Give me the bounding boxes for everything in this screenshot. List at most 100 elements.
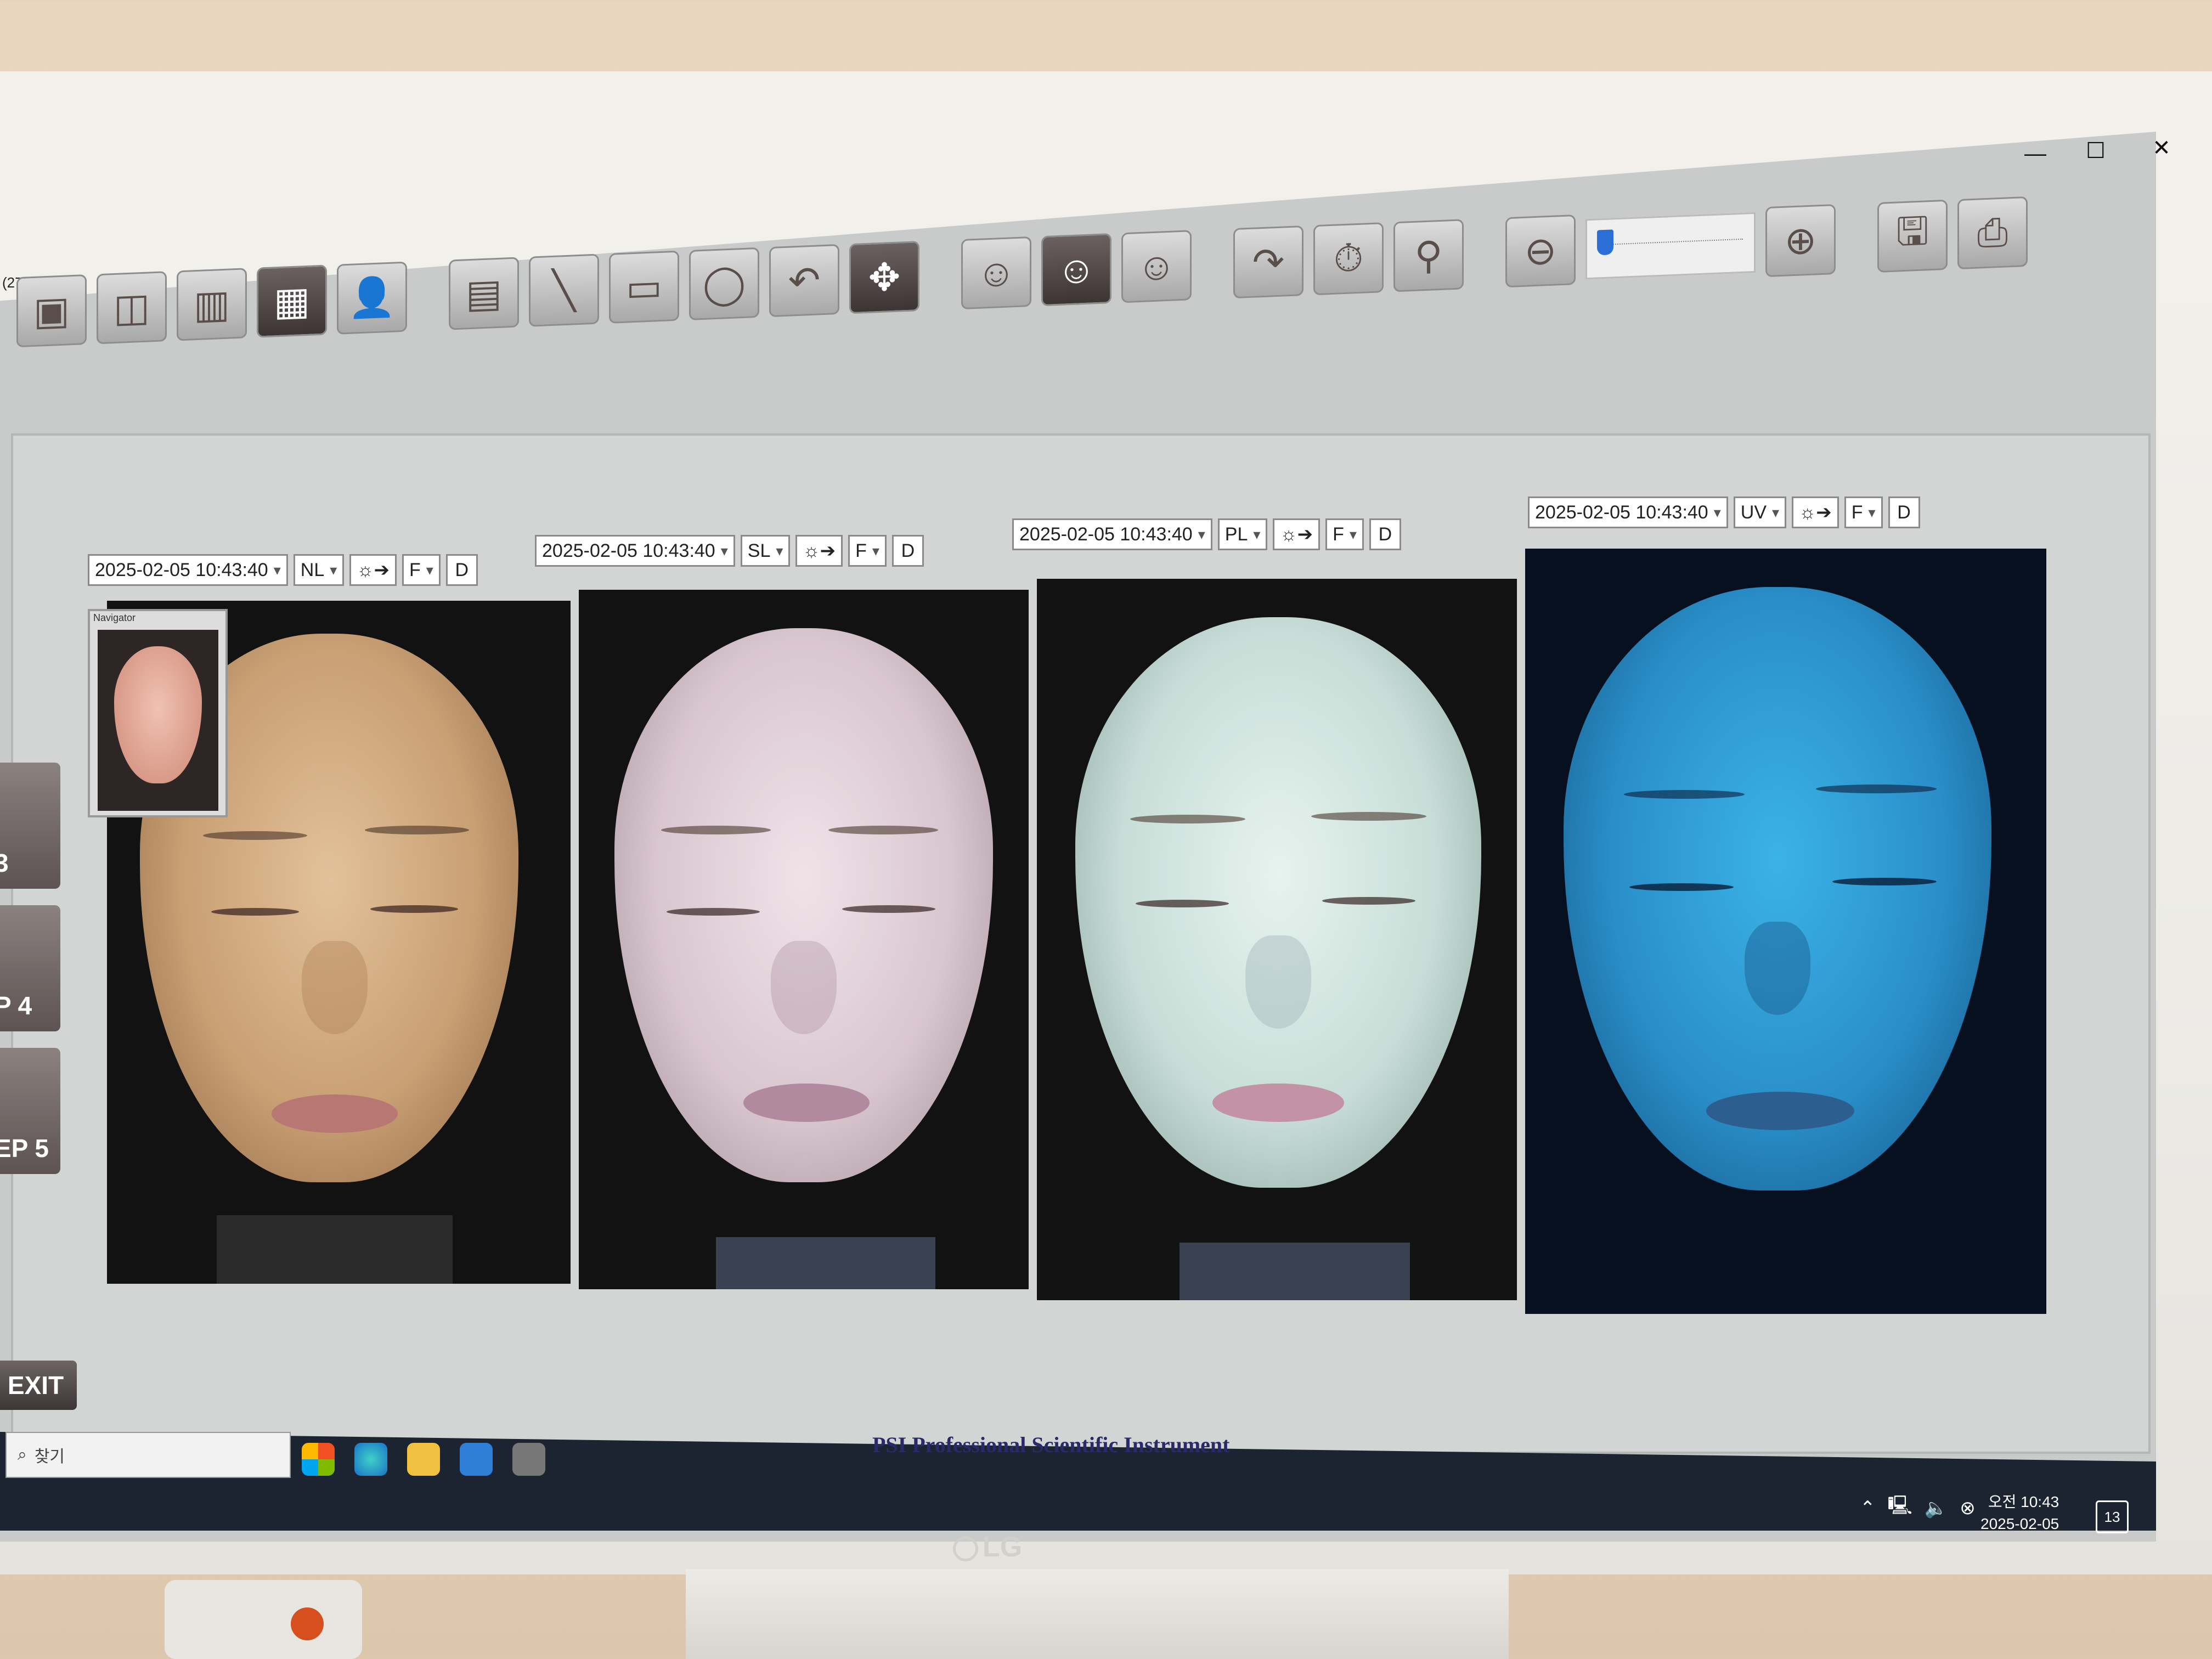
warning-icon[interactable]: ⊗ [1960,1497,1976,1519]
chevron-down-icon: ▾ [776,543,783,559]
filter-value: F [1851,502,1863,523]
network-icon[interactable]: 🖳 [1888,1492,1912,1523]
thumbnail-face [114,646,202,783]
edge-icon[interactable] [354,1443,387,1476]
panel-controls-1: 2025-02-05 10:43:40 ▾ NL ▾ ☼➔ F ▾ D [88,554,478,586]
filter-select[interactable]: F ▾ [1325,518,1364,550]
search-placeholder: 찾기 [34,1448,65,1466]
clock[interactable]: 오전 10:43 2025-02-05 [1980,1491,2059,1535]
lips [272,1094,398,1133]
move-icon[interactable]: ✥ [849,241,919,314]
chevron-up-icon[interactable]: ⌃ [1860,1497,1876,1519]
taskbar-apps [302,1443,545,1476]
step-5-button[interactable]: EP 5 [0,1048,60,1174]
notification-badge[interactable]: 13 [2096,1500,2129,1533]
mode-select[interactable]: SL ▾ [740,535,791,567]
face-left-icon[interactable]: ☺ [961,236,1031,310]
taskbar-search[interactable]: ⌕ 찾기 [5,1432,291,1478]
d-button[interactable]: D [1888,496,1920,528]
chevron-down-icon: ▾ [1198,526,1205,543]
mode-select[interactable]: PL ▾ [1217,518,1268,550]
nose [302,941,368,1034]
light-arrow-button[interactable]: ☼➔ [795,535,843,567]
datetime-value: 2025-02-05 10:43:40 [1535,502,1708,523]
layout-3-icon[interactable]: ▥ [177,268,247,341]
datetime-select[interactable]: 2025-02-05 10:43:40 ▾ [1012,518,1212,550]
mode-select[interactable]: NL ▾ [293,554,345,586]
app-icon[interactable] [460,1443,493,1476]
chevron-down-icon: ▾ [1772,504,1780,521]
left-eye [1136,900,1229,907]
rectangle-icon[interactable]: ▭ [609,250,679,324]
chevron-down-icon: ▾ [1868,504,1876,521]
chevron-down-icon: ▾ [1349,526,1357,543]
datetime-value: 2025-02-05 10:43:40 [542,540,715,561]
step-4-button[interactable]: P 4 [0,905,60,1031]
lips [1706,1092,1854,1130]
light-arrow-button[interactable]: ☼➔ [1273,518,1321,550]
face-image-uv[interactable] [1525,549,2046,1314]
navigator[interactable]: Navigator [88,609,228,817]
mode-select[interactable]: UV ▾ [1733,496,1787,528]
step-3-button[interactable]: 3 [0,763,60,889]
filter-value: F [409,560,421,580]
app2-icon[interactable] [512,1443,545,1476]
face-right-icon[interactable]: ☺ [1121,230,1192,303]
datetime-select[interactable]: 2025-02-05 10:43:40 ▾ [535,535,735,567]
right-eye [1832,878,1937,885]
layout-2-icon[interactable]: ◫ [97,271,167,345]
undo-icon[interactable]: ↶ [769,244,839,318]
right-eyebrow [828,826,938,834]
step-label: EP 5 [0,1134,49,1163]
exit-button[interactable]: EXIT [0,1361,77,1410]
right-eyebrow [1816,785,1937,793]
zoom-in-icon[interactable]: ⊕ [1765,204,1836,278]
layout-4-icon[interactable]: ▦ [257,264,327,338]
light-arrow-button[interactable]: ☼➔ [1792,496,1839,528]
zoom-slider-thumb[interactable] [1597,229,1613,256]
nose [1245,935,1311,1029]
redo-icon[interactable]: ↷ [1233,225,1304,299]
copilot-icon[interactable] [302,1443,335,1476]
left-eyebrow [1624,790,1745,799]
filter-select[interactable]: F ▾ [1844,496,1883,528]
panel-controls-3: 2025-02-05 10:43:40 ▾ PL ▾ ☼➔ F ▾ D [1012,518,1401,550]
d-button[interactable]: D [891,535,924,567]
datetime-select[interactable]: 2025-02-05 10:43:40 ▾ [88,554,288,586]
face-front-icon[interactable]: ☺ [1041,233,1111,307]
search-icon: ⌕ [18,1446,27,1464]
chevron-down-icon: ▾ [426,562,433,578]
line-icon[interactable]: ╲ [529,253,599,327]
image-icon[interactable]: ▣ [16,274,87,348]
save-icon[interactable]: 🖫 [1877,199,1948,273]
print-icon[interactable]: ⎙ [1957,196,2028,270]
face-image-sl[interactable] [579,590,1029,1289]
light-arrow-button[interactable]: ☼➔ [349,554,397,586]
ellipse-icon[interactable]: ◯ [689,247,759,320]
left-eyebrow [203,831,307,840]
person-icon[interactable]: 👤 [337,261,407,335]
d-button[interactable]: D [445,554,478,586]
chevron-down-icon: ▾ [872,543,879,559]
filter-select[interactable]: F ▾ [848,535,887,567]
text-icon[interactable]: ▤ [449,257,519,330]
datetime-value: 2025-02-05 10:43:40 [1019,524,1193,545]
zoom-slider[interactable] [1585,212,1756,280]
face-image-pl[interactable] [1037,579,1517,1300]
user-zoom-icon[interactable]: ⚲ [1393,219,1464,292]
file-explorer-icon[interactable] [407,1443,440,1476]
filter-select[interactable]: F ▾ [402,554,441,586]
left-eyebrow [1130,815,1245,823]
light-arrow-icon: ☼➔ [1280,524,1313,545]
d-button[interactable]: D [1369,518,1401,550]
datetime-select[interactable]: 2025-02-05 10:43:40 ▾ [1528,496,1728,528]
brand-footer: PSI Professional Scientific Instrument [872,1432,1230,1457]
volume-icon[interactable]: 🔈 [1925,1497,1948,1519]
chin-rest [1180,1243,1410,1300]
zoom-out-icon[interactable]: ⊖ [1505,215,1576,288]
logo-text: LG [982,1531,1023,1563]
timer-icon[interactable]: ⏱ [1313,222,1384,296]
close-button[interactable]: ✕ [2140,132,2183,165]
mode-value: SL [747,540,771,561]
filter-value: F [1333,524,1344,545]
